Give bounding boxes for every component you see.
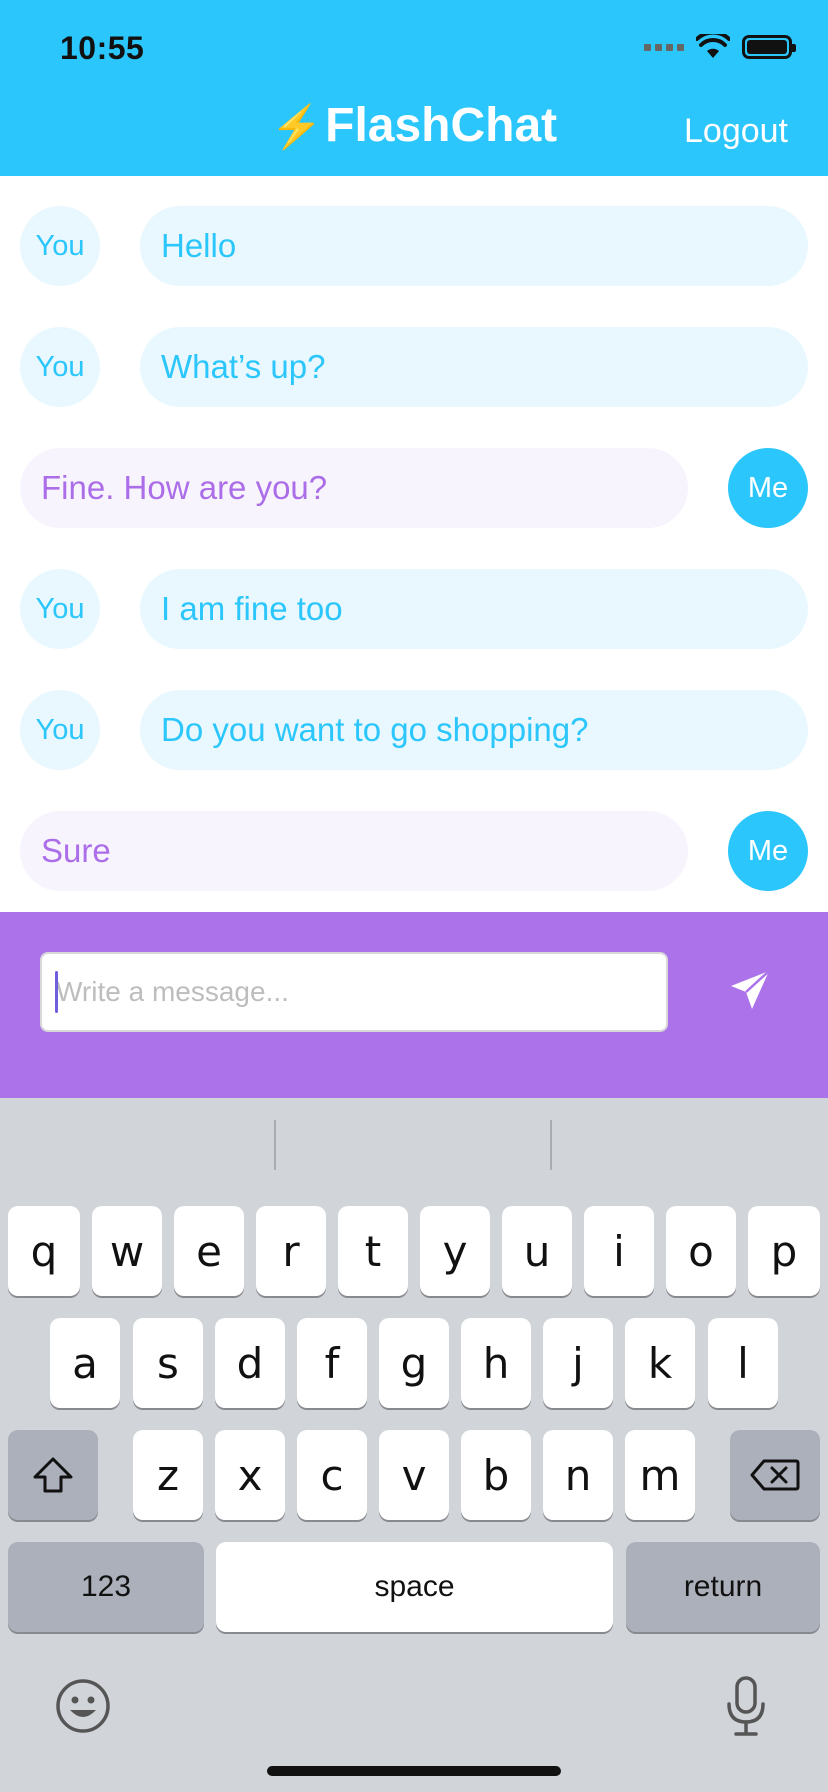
- key-l[interactable]: l: [708, 1318, 778, 1408]
- suggestion-divider: [274, 1120, 276, 1170]
- key-r[interactable]: r: [256, 1206, 326, 1296]
- key-x[interactable]: x: [215, 1430, 285, 1520]
- message-bubble: What’s up?: [140, 327, 808, 407]
- key-k[interactable]: k: [625, 1318, 695, 1408]
- key-a[interactable]: a: [50, 1318, 120, 1408]
- shift-key[interactable]: [8, 1430, 98, 1520]
- key-m[interactable]: m: [625, 1430, 695, 1520]
- key-p[interactable]: p: [748, 1206, 820, 1296]
- emoji-button[interactable]: [55, 1678, 111, 1739]
- message-bubble: Do you want to go shopping?: [140, 690, 808, 770]
- status-icons: [644, 34, 796, 60]
- key-i[interactable]: i: [584, 1206, 654, 1296]
- key-h[interactable]: h: [461, 1318, 531, 1408]
- logout-button[interactable]: Logout: [684, 112, 788, 151]
- lightning-bolt-icon: ⚡: [270, 103, 324, 150]
- message-list[interactable]: You Hello You What’s up? Fine. How are y…: [0, 176, 828, 912]
- delete-key[interactable]: [730, 1430, 820, 1520]
- message-row: Fine. How are you? Me: [0, 448, 828, 528]
- composer-bar: [0, 912, 828, 1098]
- key-t[interactable]: t: [338, 1206, 408, 1296]
- space-key[interactable]: space: [216, 1542, 613, 1632]
- key-b[interactable]: b: [461, 1430, 531, 1520]
- key-q[interactable]: q: [8, 1206, 80, 1296]
- message-bubble: Fine. How are you?: [20, 448, 688, 528]
- key-v[interactable]: v: [379, 1430, 449, 1520]
- app-header: 10:55 ⚡FlashChat Logout: [0, 0, 828, 176]
- home-indicator[interactable]: [267, 1766, 561, 1776]
- sender-avatar: Me: [728, 811, 808, 891]
- key-c[interactable]: c: [297, 1430, 367, 1520]
- key-f[interactable]: f: [297, 1318, 367, 1408]
- message-row: You Do you want to go shopping?: [0, 690, 828, 770]
- key-e[interactable]: e: [174, 1206, 244, 1296]
- shift-icon: [33, 1457, 73, 1493]
- key-j[interactable]: j: [543, 1318, 613, 1408]
- message-bubble: Sure: [20, 811, 688, 891]
- cellular-signal-icon: [644, 43, 684, 51]
- key-o[interactable]: o: [666, 1206, 736, 1296]
- on-screen-keyboard: q w e r t y u i o p a s d f g h j k l z …: [0, 1098, 828, 1792]
- send-button[interactable]: [720, 960, 780, 1020]
- key-y[interactable]: y: [420, 1206, 490, 1296]
- message-input[interactable]: [40, 952, 668, 1032]
- status-time: 10:55: [60, 30, 145, 66]
- key-w[interactable]: w: [92, 1206, 162, 1296]
- message-row: You What’s up?: [0, 327, 828, 407]
- text-caret: [55, 971, 58, 1013]
- message-row: Sure Me: [0, 811, 828, 891]
- emoji-icon: [56, 1679, 110, 1733]
- message-row: You I am fine too: [0, 569, 828, 649]
- suggestion-divider: [550, 1120, 552, 1170]
- key-s[interactable]: s: [133, 1318, 203, 1408]
- sender-avatar: Me: [728, 448, 808, 528]
- key-g[interactable]: g: [379, 1318, 449, 1408]
- key-d[interactable]: d: [215, 1318, 285, 1408]
- return-key[interactable]: return: [626, 1542, 820, 1632]
- message-bubble: Hello: [140, 206, 808, 286]
- sender-avatar: You: [20, 690, 100, 770]
- dictation-button[interactable]: [726, 1676, 766, 1743]
- wifi-icon: [696, 34, 730, 58]
- sender-avatar: You: [20, 327, 100, 407]
- message-bubble: I am fine too: [140, 569, 808, 649]
- battery-icon: [742, 35, 796, 59]
- backspace-icon: [750, 1459, 800, 1491]
- key-z[interactable]: z: [133, 1430, 203, 1520]
- key-u[interactable]: u: [502, 1206, 572, 1296]
- numbers-key[interactable]: 123: [8, 1542, 204, 1632]
- paper-plane-icon: [731, 970, 770, 1009]
- sender-avatar: You: [20, 206, 100, 286]
- message-row: You Hello: [0, 206, 828, 286]
- sender-avatar: You: [20, 569, 100, 649]
- app-title-text: FlashChat: [325, 99, 558, 152]
- microphone-icon: [727, 1676, 765, 1736]
- key-n[interactable]: n: [543, 1430, 613, 1520]
